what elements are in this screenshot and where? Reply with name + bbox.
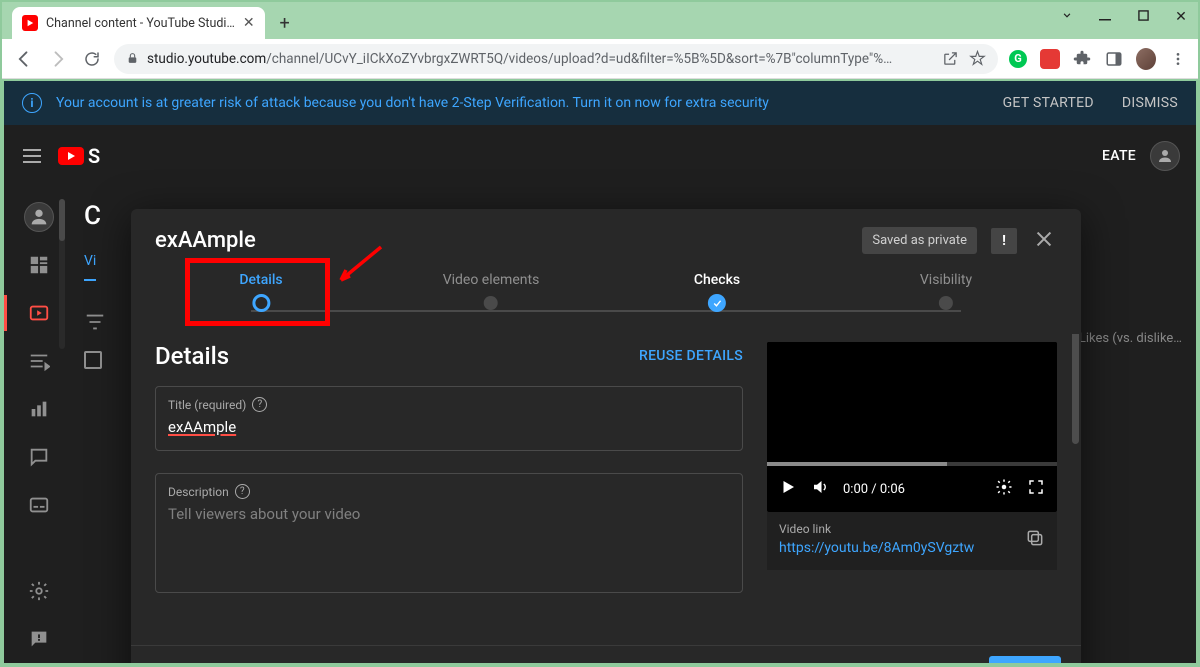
new-tab-button[interactable]: + (271, 9, 299, 37)
browser-tab[interactable]: Channel content - YouTube Studi… ✕ (12, 7, 265, 39)
rail-comments-icon[interactable] (4, 433, 74, 481)
rail-channel-avatar[interactable] (4, 193, 74, 241)
dialog-close-button[interactable] (1031, 228, 1057, 254)
extension-icons: G (1008, 49, 1188, 69)
create-button-fragment[interactable]: EATE (1102, 148, 1136, 164)
next-button[interactable]: NEXT (989, 656, 1061, 664)
banner-get-started-button[interactable]: GET STARTED (1003, 95, 1094, 111)
url-text: studio.youtube.com/channel/UCvY_iICkXoZY… (147, 51, 892, 67)
banner-dismiss-button[interactable]: DISMISS (1122, 95, 1178, 111)
window-chevron-icon[interactable] (1058, 8, 1076, 26)
window-minimize-icon[interactable] (1096, 9, 1114, 25)
description-label: Description (168, 485, 229, 499)
tab-title: Channel content - YouTube Studi… (46, 16, 235, 31)
description-field[interactable]: Description? Tell viewers about your vid… (155, 473, 743, 593)
bookmark-star-icon[interactable] (969, 50, 986, 67)
extension-green-icon[interactable]: G (1008, 49, 1028, 69)
settings-gear-icon[interactable] (995, 478, 1013, 500)
left-rail (4, 187, 74, 663)
lock-icon (126, 52, 139, 65)
title-label: Title (required) (168, 398, 246, 412)
browser-titlebar: Channel content - YouTube Studi… ✕ + ✕ (2, 2, 1198, 39)
rail-subtitles-icon[interactable] (4, 481, 74, 529)
hamburger-icon[interactable] (20, 144, 44, 168)
video-link-block: Video link https://youtu.be/8Am0ySVgztw (767, 512, 1057, 570)
extensions-puzzle-icon[interactable] (1072, 49, 1092, 69)
video-preview: 0:00 / 0:06 (767, 342, 1057, 512)
studio-header: S EATE (4, 125, 1196, 187)
play-icon[interactable] (779, 478, 797, 500)
video-progress-bar[interactable] (767, 462, 1057, 466)
address-bar[interactable]: studio.youtube.com/channel/UCvY_iICkXoZY… (114, 44, 998, 74)
details-heading: Details (155, 342, 229, 370)
upload-complete-icon (151, 662, 171, 664)
dialog-scrollbar[interactable] (1072, 334, 1079, 444)
bg-filter-icon (84, 311, 106, 337)
extension-red-icon[interactable] (1040, 49, 1060, 69)
rail-content-icon[interactable] (4, 289, 74, 337)
video-time: 0:00 / 0:06 (843, 482, 905, 497)
step-visibility[interactable]: Visibility (920, 272, 972, 310)
account-avatar[interactable] (1150, 141, 1180, 171)
upload-stepper: Details Video elements Checks Visibility (161, 272, 1051, 328)
reuse-details-button[interactable]: REUSE DETAILS (639, 348, 743, 364)
send-feedback-icon[interactable]: ! (991, 228, 1017, 254)
description-placeholder: Tell viewers about your video (168, 505, 730, 523)
info-icon: i (22, 93, 42, 113)
profile-avatar-icon[interactable] (1136, 49, 1156, 69)
help-icon[interactable]: ? (252, 397, 267, 412)
security-banner: i Your account is at greater risk of att… (4, 81, 1196, 125)
bg-column-likes: Likes (vs. dislike… (1079, 331, 1182, 346)
fullscreen-icon[interactable] (1027, 478, 1045, 500)
rail-dashboard-icon[interactable] (4, 241, 74, 289)
browser-toolbar: studio.youtube.com/channel/UCvY_iICkXoZY… (2, 39, 1198, 79)
step-checks[interactable]: Checks (694, 272, 740, 312)
video-canvas[interactable] (767, 342, 1057, 462)
video-link-url[interactable]: https://youtu.be/8Am0ySVgztw (779, 540, 1025, 556)
bg-fragment-vi: Vi (84, 253, 96, 281)
youtube-studio-logo[interactable]: S (58, 144, 100, 168)
video-link-label: Video link (779, 522, 1025, 536)
annotation-arrow (326, 242, 386, 292)
tab-close-icon[interactable]: ✕ (243, 15, 255, 31)
rail-playlists-icon[interactable] (4, 337, 74, 385)
back-button[interactable] (12, 47, 36, 71)
reload-button[interactable] (80, 47, 104, 71)
volume-icon[interactable] (811, 478, 829, 500)
window-controls: ✕ (1058, 8, 1190, 26)
title-value[interactable]: exAAmple (168, 418, 730, 436)
window-close-icon[interactable]: ✕ (1172, 9, 1190, 25)
banner-message: Your account is at greater risk of attac… (56, 95, 769, 111)
youtube-favicon (22, 15, 38, 31)
dialog-title: exAAmple (155, 228, 256, 253)
chrome-menu-icon[interactable] (1168, 49, 1188, 69)
save-status-chip: Saved as private (862, 227, 977, 254)
rail-settings-icon[interactable] (4, 567, 74, 615)
checks-done-icon (215, 662, 235, 664)
hd-badge-icon: HD (183, 662, 203, 664)
upload-dialog: exAAmple Saved as private ! Details Vide… (131, 209, 1081, 663)
annotation-red-box (185, 258, 330, 326)
window-maximize-icon[interactable] (1134, 9, 1152, 25)
step-video-elements[interactable]: Video elements (443, 272, 540, 310)
share-icon[interactable] (942, 50, 959, 67)
bg-checkbox[interactable] (84, 351, 102, 369)
title-field[interactable]: Title (required)? exAAmple (155, 386, 743, 451)
side-panel-icon[interactable] (1104, 49, 1124, 69)
forward-button[interactable] (46, 47, 70, 71)
rail-feedback-icon[interactable] (4, 615, 74, 663)
help-icon[interactable]: ? (235, 484, 250, 499)
copy-link-icon[interactable] (1025, 528, 1045, 552)
bg-fragment-c: C (84, 201, 101, 231)
rail-analytics-icon[interactable] (4, 385, 74, 433)
